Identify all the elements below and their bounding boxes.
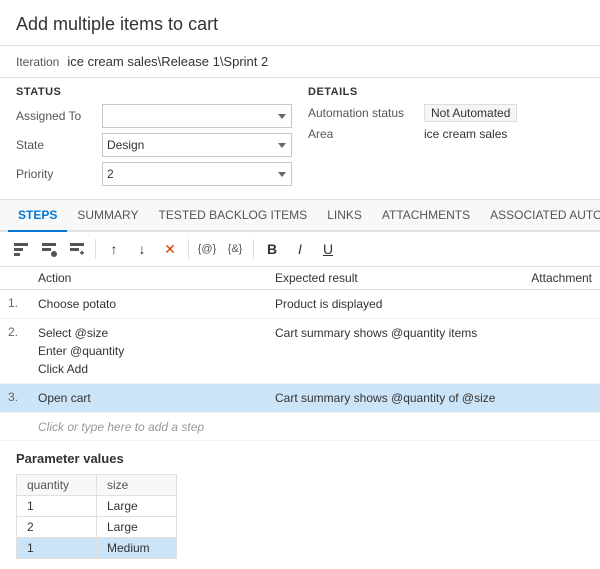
param-row-1[interactable]: 1 Large bbox=[17, 496, 177, 517]
tab-backlog[interactable]: TESTED BACKLOG ITEMS bbox=[148, 200, 317, 232]
parameter-values-section: Parameter values quantity size 1 Large 2… bbox=[0, 441, 600, 569]
param-row-2-size[interactable]: Large bbox=[97, 517, 177, 538]
assigned-to-select[interactable] bbox=[102, 104, 292, 128]
tab-automation[interactable]: ASSOCIATED AUTOMATION bbox=[480, 200, 600, 232]
add-step-row[interactable]: Click or type here to add a step bbox=[0, 413, 600, 441]
toolbar-sep-3 bbox=[253, 239, 254, 259]
param-row-3-quantity[interactable]: 1 bbox=[17, 538, 97, 559]
area-label: Area bbox=[308, 127, 418, 141]
param-row-1-size[interactable]: Large bbox=[97, 496, 177, 517]
priority-row: Priority 2 bbox=[16, 162, 292, 186]
step-expected-2[interactable]: Cart summary shows @quantity items bbox=[275, 324, 512, 342]
step-expected-3[interactable]: Cart summary shows @quantity of @size bbox=[275, 389, 512, 407]
step-num-3: 3. bbox=[8, 389, 38, 404]
form-section: STATUS Assigned To State Design Priority… bbox=[0, 78, 600, 200]
area-value: ice cream sales bbox=[424, 127, 507, 141]
italic-button[interactable]: I bbox=[287, 236, 313, 262]
param-col-quantity: quantity bbox=[17, 475, 97, 496]
priority-label: Priority bbox=[16, 167, 96, 181]
insert-shared-param-button[interactable]: {&} bbox=[222, 236, 248, 262]
iteration-label: Iteration bbox=[16, 55, 59, 69]
param-row-2-quantity[interactable]: 2 bbox=[17, 517, 97, 538]
underline-button[interactable]: U bbox=[315, 236, 341, 262]
automation-status-label: Automation status bbox=[308, 106, 418, 120]
step-row-1[interactable]: 1. Choose potato Product is displayed bbox=[0, 290, 600, 319]
move-up-button[interactable]: ↑ bbox=[101, 236, 127, 262]
insert-step-button[interactable] bbox=[8, 236, 34, 262]
page-container: Add multiple items to cart Iteration ice… bbox=[0, 0, 600, 569]
step-num-1: 1. bbox=[8, 295, 38, 310]
priority-select[interactable]: 2 bbox=[102, 162, 292, 186]
step-action-1[interactable]: Choose potato bbox=[38, 295, 275, 313]
param-table: quantity size 1 Large 2 Large 1 Medium bbox=[16, 474, 177, 559]
state-select[interactable]: Design bbox=[102, 133, 292, 157]
assigned-to-label: Assigned To bbox=[16, 109, 96, 123]
tab-summary[interactable]: SUMMARY bbox=[67, 200, 148, 232]
param-row-2[interactable]: 2 Large bbox=[17, 517, 177, 538]
bold-button[interactable]: B bbox=[259, 236, 285, 262]
tabs-bar: STEPS SUMMARY TESTED BACKLOG ITEMS LINKS… bbox=[0, 200, 600, 232]
details-column: DETAILS Automation status Not Automated … bbox=[308, 86, 584, 191]
step-expected-1[interactable]: Product is displayed bbox=[275, 295, 512, 313]
create-shared-step-button[interactable] bbox=[64, 236, 90, 262]
param-row-1-quantity[interactable]: 1 bbox=[17, 496, 97, 517]
automation-status-value: Not Automated bbox=[424, 104, 517, 122]
status-column: STATUS Assigned To State Design Priority… bbox=[16, 86, 292, 191]
tab-steps[interactable]: STEPS bbox=[8, 200, 67, 232]
param-row-3[interactable]: 1 Medium bbox=[17, 538, 177, 559]
add-step-hint[interactable]: Click or type here to add a step bbox=[38, 420, 204, 434]
steps-col-action: Action bbox=[38, 271, 275, 285]
status-title: STATUS bbox=[16, 86, 292, 98]
param-row-3-size[interactable]: Medium bbox=[97, 538, 177, 559]
delete-button[interactable]: ✕ bbox=[157, 236, 183, 262]
insert-param-button[interactable]: {@} bbox=[194, 236, 220, 262]
steps-col-attach: Attachment bbox=[512, 271, 592, 285]
toolbar-sep-2 bbox=[188, 239, 189, 259]
step-action-3[interactable]: Open cart bbox=[38, 389, 275, 407]
tab-attachments[interactable]: ATTACHMENTS bbox=[372, 200, 480, 232]
steps-col-expected: Expected result bbox=[275, 271, 512, 285]
area-row: Area ice cream sales bbox=[308, 127, 584, 141]
assigned-to-row: Assigned To bbox=[16, 104, 292, 128]
page-header: Add multiple items to cart bbox=[0, 0, 600, 46]
param-col-size: size bbox=[97, 475, 177, 496]
step-num-2: 2. bbox=[8, 324, 38, 339]
iteration-row: Iteration ice cream sales\Release 1\Spri… bbox=[0, 46, 600, 78]
page-title: Add multiple items to cart bbox=[16, 14, 584, 35]
steps-header: Action Expected result Attachment bbox=[0, 267, 600, 290]
insert-shared-step-button[interactable] bbox=[36, 236, 62, 262]
step-action-2[interactable]: Select @sizeEnter @quantityClick Add bbox=[38, 324, 275, 378]
steps-col-num bbox=[8, 271, 38, 285]
param-title: Parameter values bbox=[16, 451, 584, 466]
details-title: DETAILS bbox=[308, 86, 584, 98]
state-row: State Design bbox=[16, 133, 292, 157]
automation-status-row: Automation status Not Automated bbox=[308, 104, 584, 122]
step-row-2[interactable]: 2. Select @sizeEnter @quantityClick Add … bbox=[0, 319, 600, 384]
state-label: State bbox=[16, 138, 96, 152]
param-header-row: quantity size bbox=[17, 475, 177, 496]
move-down-button[interactable]: ↓ bbox=[129, 236, 155, 262]
toolbar-sep-1 bbox=[95, 239, 96, 259]
step-row-3[interactable]: 3. Open cart Cart summary shows @quantit… bbox=[0, 384, 600, 413]
tab-links[interactable]: LINKS bbox=[317, 200, 372, 232]
iteration-value: ice cream sales\Release 1\Sprint 2 bbox=[67, 54, 268, 69]
steps-toolbar: ↑ ↓ ✕ {@} {&} B I U bbox=[0, 232, 600, 267]
